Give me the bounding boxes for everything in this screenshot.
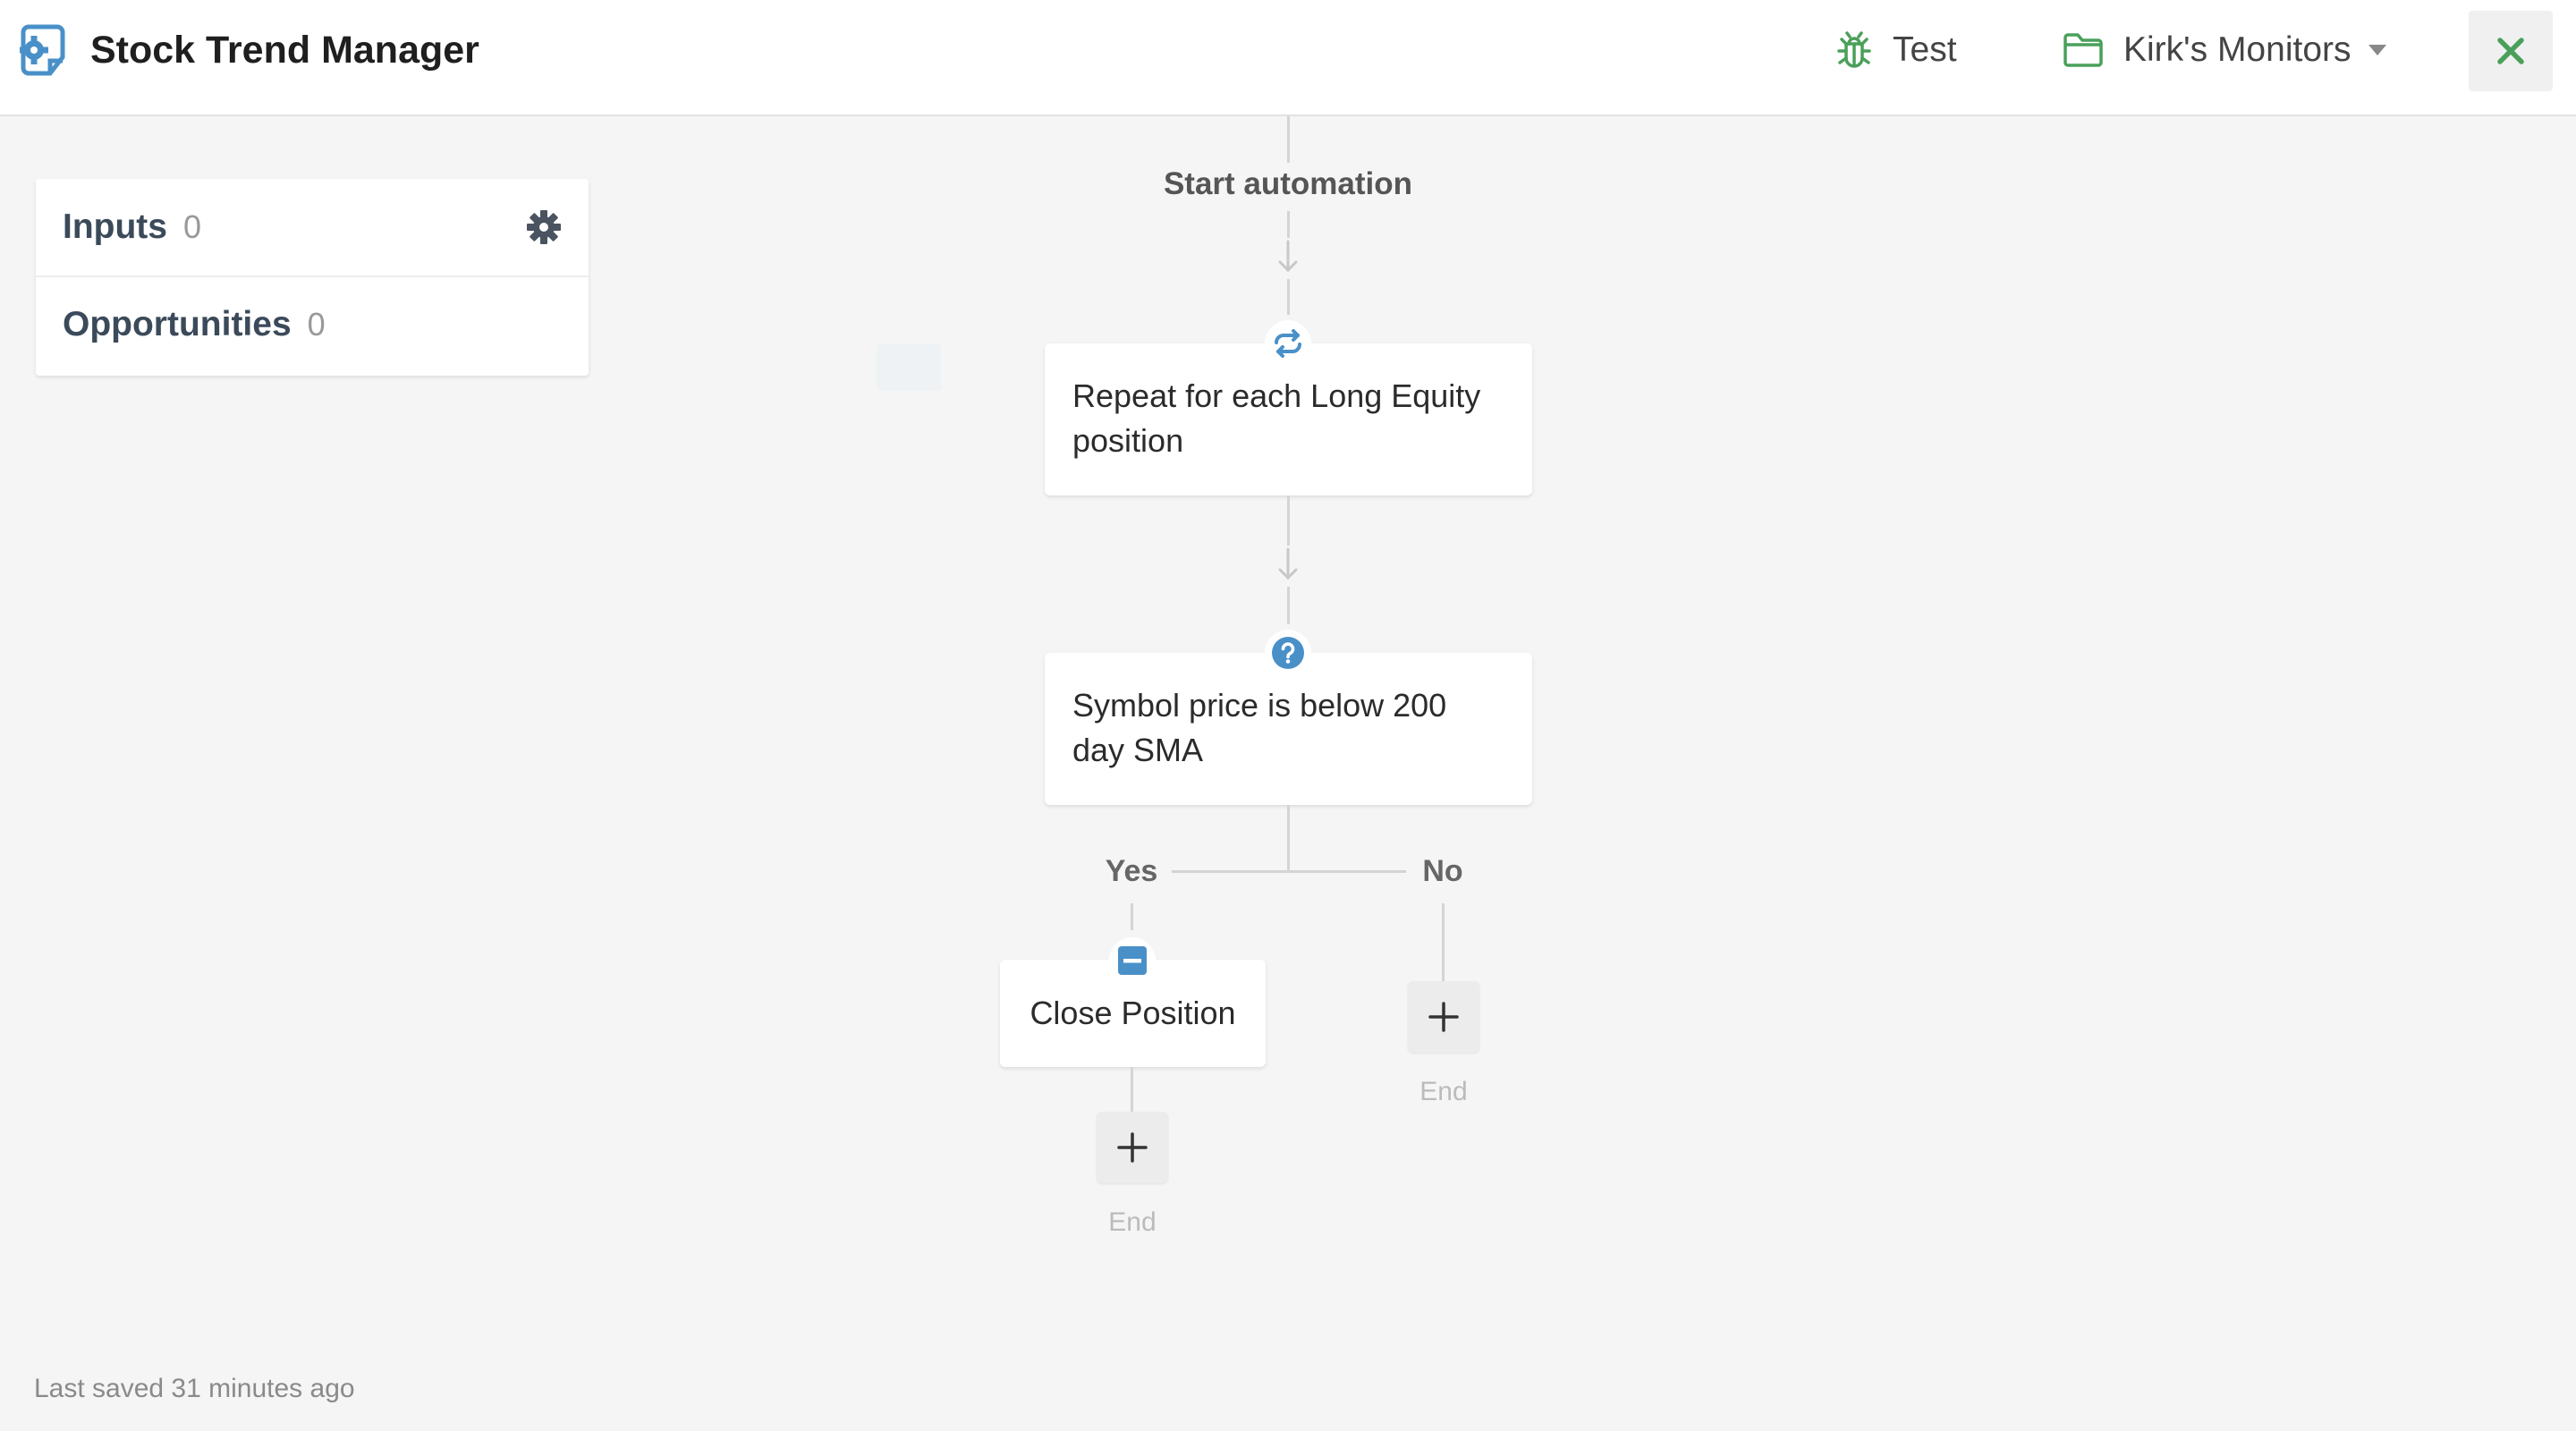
last-saved-status: Last saved 31 minutes ago	[34, 1374, 355, 1403]
connector-line	[1131, 903, 1133, 930]
app-title: Stock Trend Manager	[90, 29, 479, 72]
inputs-label: Inputs	[63, 207, 167, 246]
arrow-down-icon	[1278, 240, 1298, 273]
action-node-text: Close Position	[1030, 995, 1236, 1031]
end-label-no: End	[1419, 1077, 1468, 1106]
opportunities-count: 0	[307, 306, 326, 343]
condition-node-badge	[1265, 630, 1311, 676]
gear-icon[interactable]	[526, 209, 562, 245]
branch-line	[1172, 870, 1406, 873]
yes-branch-label: Yes	[1105, 854, 1158, 888]
close-button[interactable]	[2469, 11, 2553, 91]
connector-line	[1287, 211, 1290, 238]
condition-node-text-line1: Symbol price is below 200	[1072, 687, 1447, 724]
condition-node-text-line2: day SMA	[1072, 732, 1204, 768]
folder-selector[interactable]: Kirk's Monitors	[2063, 25, 2387, 75]
action-node-badge	[1109, 937, 1156, 984]
start-automation-label: Start automation	[1163, 166, 1413, 201]
minus-square-icon	[1118, 946, 1147, 975]
repeat-icon	[1275, 329, 1301, 358]
question-icon	[1272, 637, 1304, 669]
arrow-down-icon	[1278, 547, 1298, 580]
automation-gear-icon	[20, 24, 65, 76]
loop-node-text-line2: position	[1072, 422, 1184, 459]
connector-line	[1131, 1067, 1133, 1112]
loop-node-badge	[1265, 320, 1311, 367]
connector-line	[1287, 116, 1290, 163]
connector-line	[1442, 903, 1445, 981]
test-label: Test	[1893, 30, 1957, 69]
opportunities-label: Opportunities	[63, 305, 292, 343]
plus-icon	[1117, 1132, 1148, 1163]
connector-line	[1287, 587, 1290, 624]
end-label-yes: End	[1108, 1207, 1157, 1237]
connector-line	[1287, 805, 1290, 872]
loop-node-text-line1: Repeat for each Long Equity	[1072, 377, 1481, 414]
close-icon	[2497, 38, 2524, 64]
inputs-count: 0	[182, 208, 202, 245]
plus-icon	[1428, 1002, 1459, 1032]
panel-item-opportunities[interactable]: Opportunities 0	[36, 275, 589, 372]
connector-line	[1287, 279, 1290, 315]
variables-panel: Inputs 0 Opportunities 0	[36, 179, 589, 376]
no-branch-label: No	[1422, 854, 1463, 888]
panel-item-inputs[interactable]: Inputs 0	[36, 179, 589, 275]
add-step-button-no[interactable]	[1408, 981, 1479, 1053]
folder-icon	[2063, 33, 2103, 67]
add-step-button-yes[interactable]	[1097, 1112, 1168, 1183]
app-header: Stock Trend Manager Test Kirk's Monitors	[0, 0, 2576, 116]
folder-label: Kirk's Monitors	[2123, 30, 2351, 69]
condition-node-text: Symbol price is below 200 day SMA	[1072, 683, 1520, 773]
chevron-down-icon	[2368, 45, 2386, 55]
test-button[interactable]: Test	[1834, 25, 1957, 75]
loop-node-text: Repeat for each Long Equity position	[1072, 374, 1520, 463]
bug-icon	[1837, 31, 1871, 68]
canvas-artifact	[877, 344, 941, 391]
connector-line	[1287, 495, 1290, 546]
